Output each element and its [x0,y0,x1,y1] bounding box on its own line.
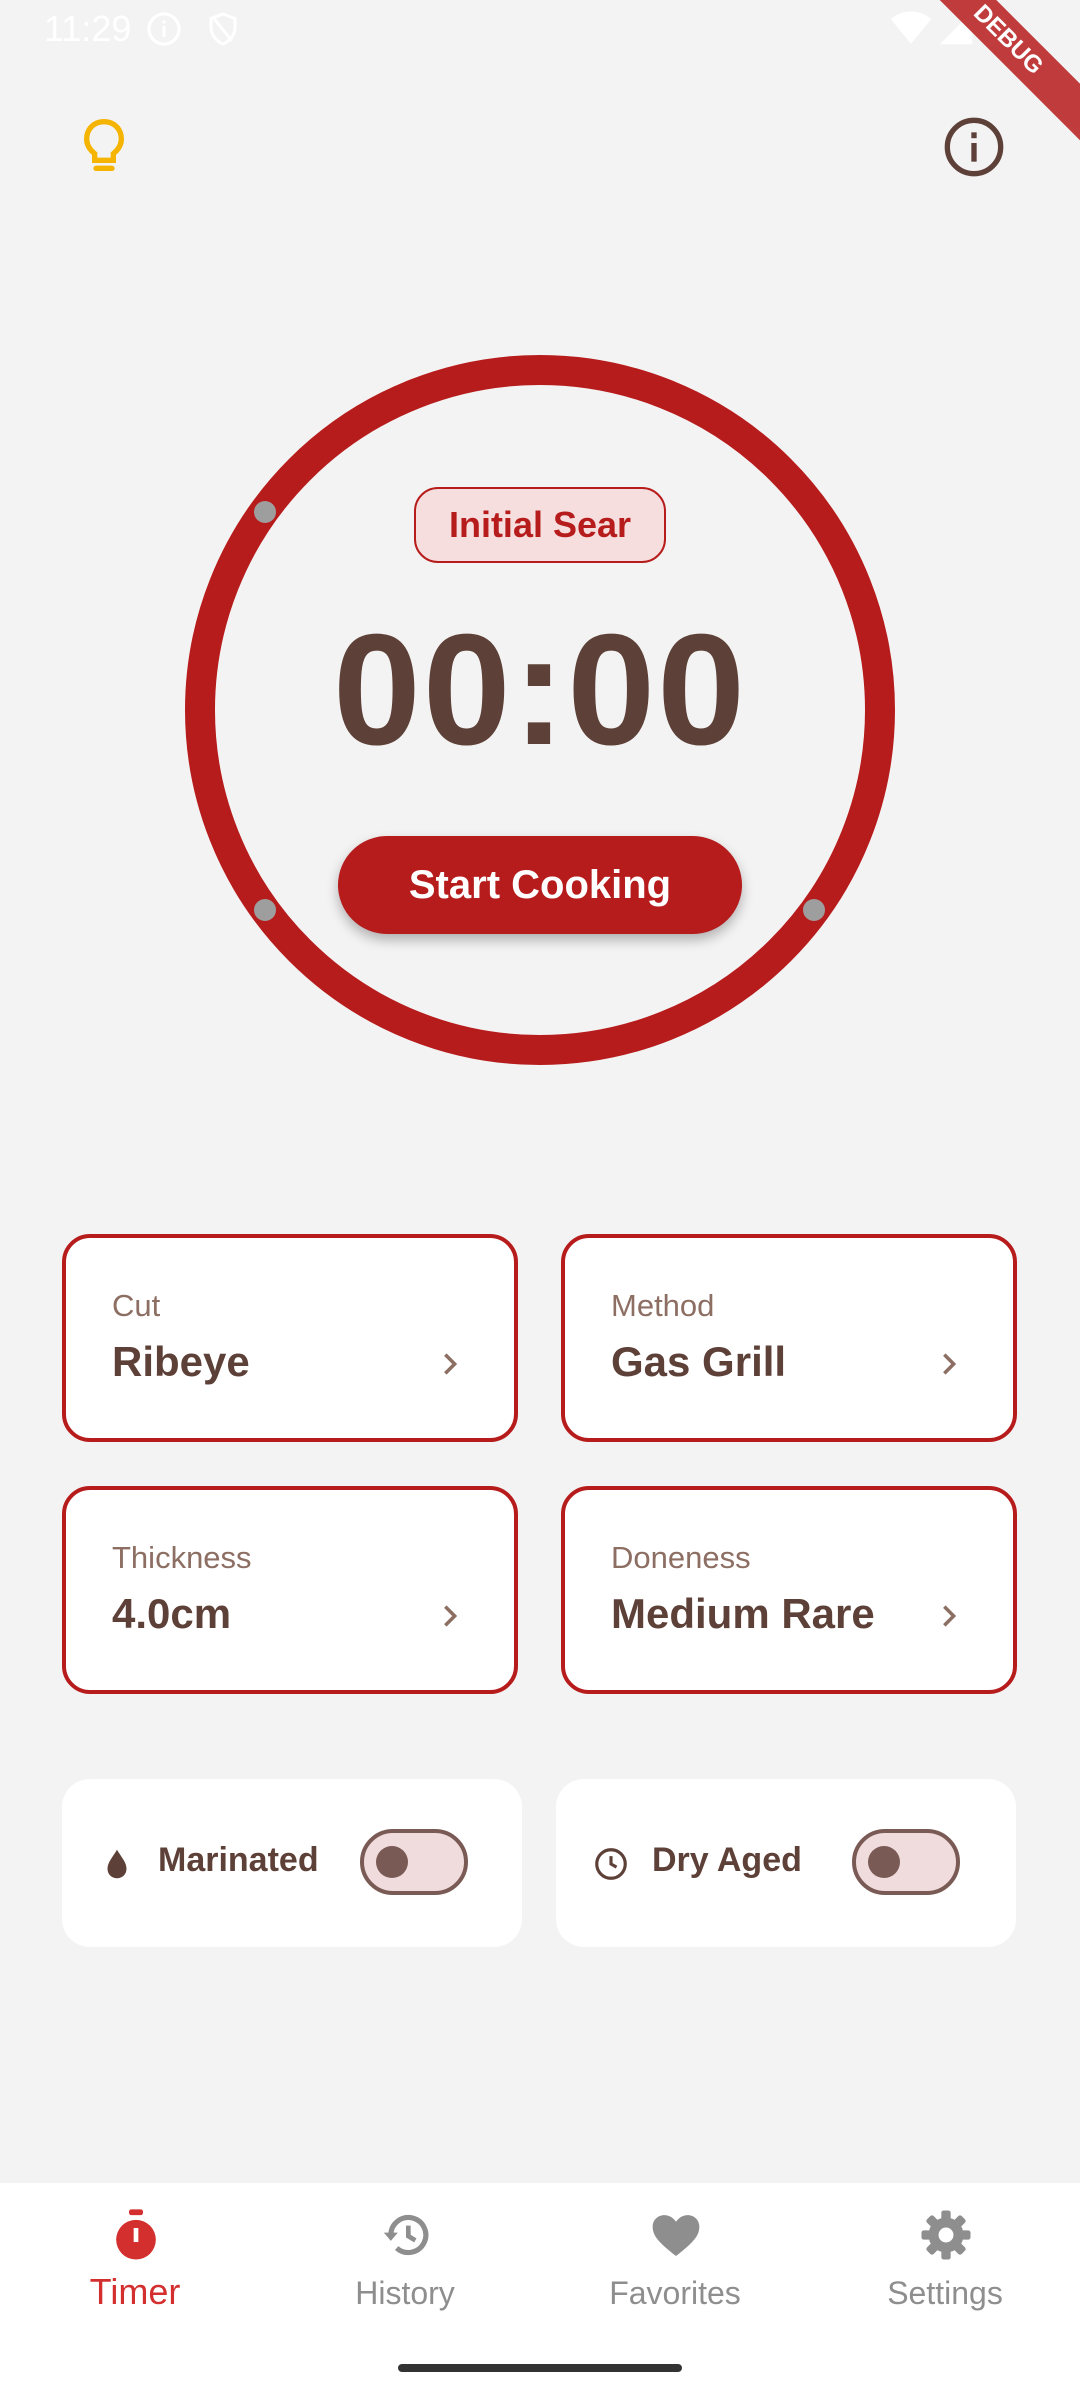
dry-aged-toggle-card: Dry Aged [556,1779,1016,1947]
cut-card[interactable]: Cut Ribeye [62,1234,518,1442]
phase-badge: Initial Sear [414,487,666,563]
stage-marker-3 [803,899,825,921]
history-icon [383,2214,429,2256]
chevron-right-icon [943,1353,957,1375]
chevron-right-icon [943,1605,957,1627]
stage-marker-2 [254,899,276,921]
heart-icon [652,2215,700,2256]
nav-label: Settings [887,2275,1003,2311]
card-value: Gas Grill [611,1338,787,1385]
dry-aged-switch[interactable] [852,1829,960,1895]
home-indicator[interactable] [398,2364,682,2372]
start-cooking-button[interactable]: Start Cooking [338,836,742,934]
chevron-right-icon [444,1605,458,1627]
gear-icon [921,2210,971,2260]
doneness-card[interactable]: Doneness Medium Rare [561,1486,1017,1694]
drop-icon [107,1849,127,1879]
marinated-switch[interactable] [360,1829,468,1895]
nav-timer[interactable]: Timer [0,2183,270,2343]
nav-label: Timer [89,2271,181,2312]
card-label: Doneness [611,1540,751,1575]
nav-history[interactable]: History [270,2183,540,2343]
nav-label: Favorites [609,2275,741,2311]
card-label: Thickness [112,1540,252,1575]
card-label: Method [611,1288,715,1323]
timer-icon [116,2209,156,2260]
marinated-toggle-card: Marinated [62,1779,522,1947]
switch-knob [376,1846,408,1878]
clock-icon [595,1848,627,1880]
nav-settings[interactable]: Settings [810,2183,1080,2343]
method-card[interactable]: Method Gas Grill [561,1234,1017,1442]
nav-favorites[interactable]: Favorites [540,2183,810,2343]
toggle-label: Marinated [158,1841,319,1879]
switch-knob [868,1846,900,1878]
stage-marker-1 [254,501,276,523]
card-value: Ribeye [112,1338,250,1385]
timer-display: 00:00 [332,602,748,778]
thickness-card[interactable]: Thickness 4.0cm [62,1486,518,1694]
card-label: Cut [112,1288,161,1323]
toggle-label: Dry Aged [652,1841,802,1879]
card-value: Medium Rare [611,1590,875,1637]
nav-label: History [355,2275,455,2311]
chevron-right-icon [444,1353,458,1375]
card-value: 4.0cm [112,1590,232,1637]
